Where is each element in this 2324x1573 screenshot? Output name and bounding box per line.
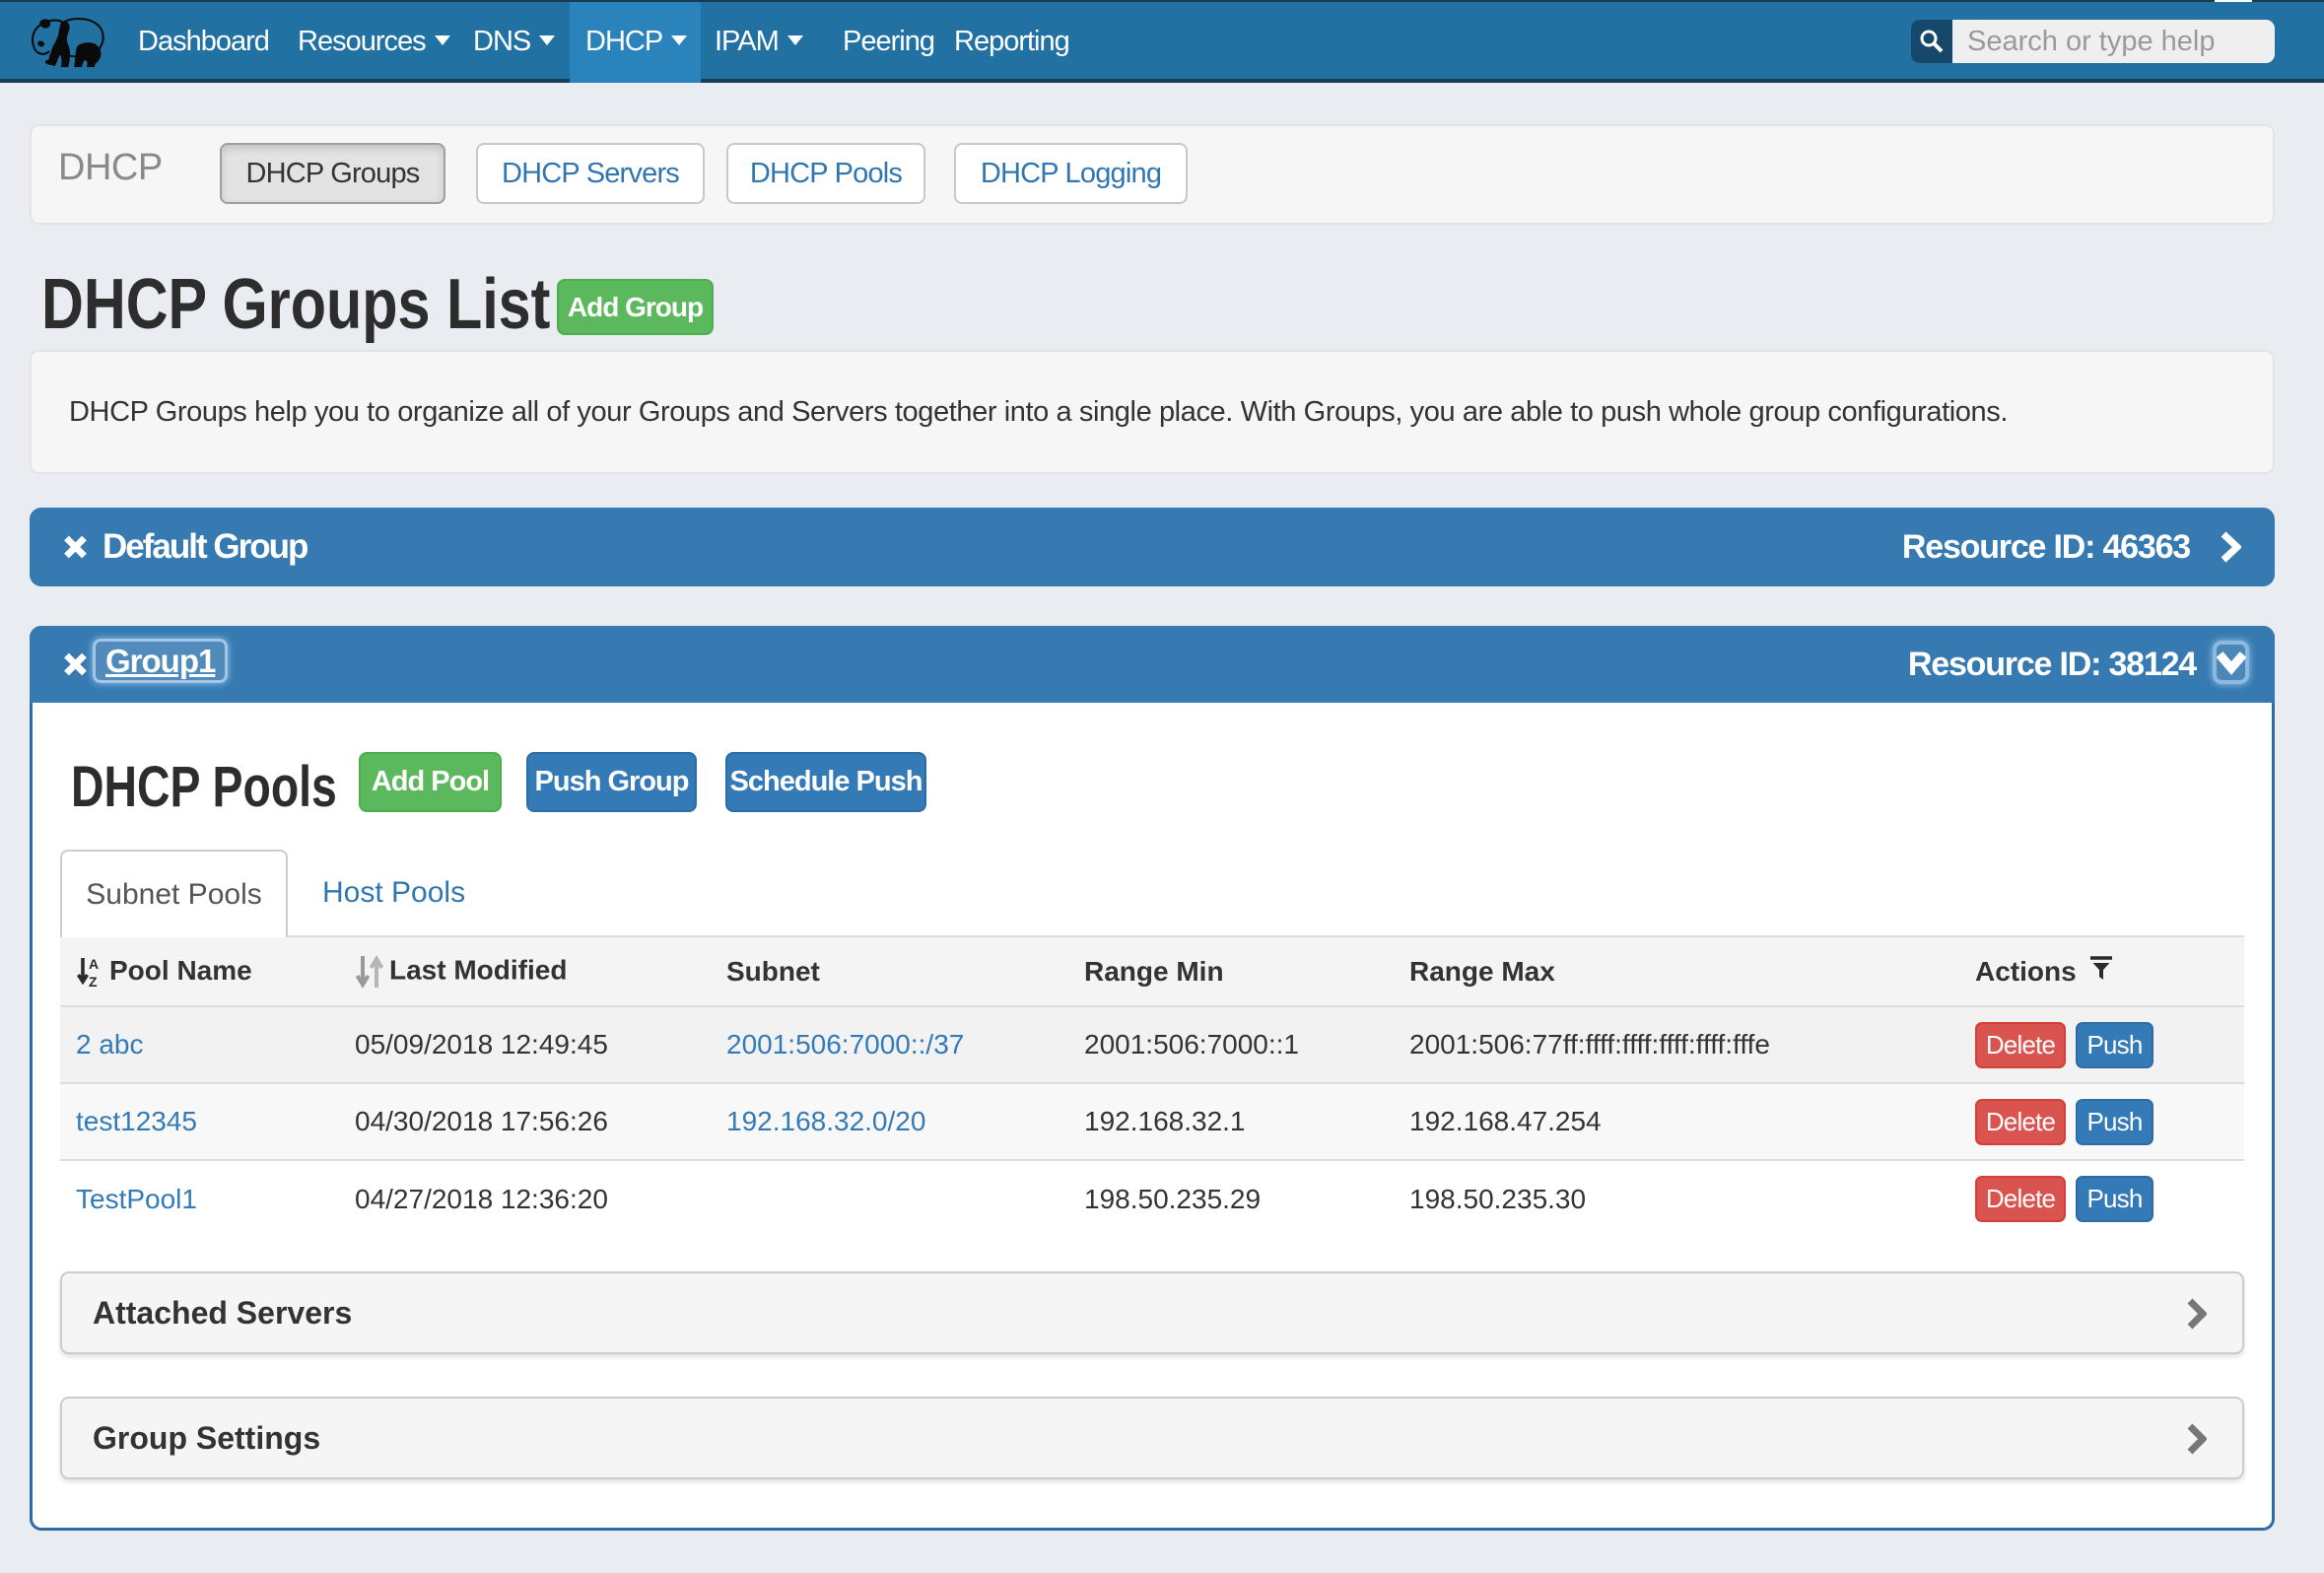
svg-text:A: A [89,956,99,972]
svg-text:Z: Z [89,974,98,988]
